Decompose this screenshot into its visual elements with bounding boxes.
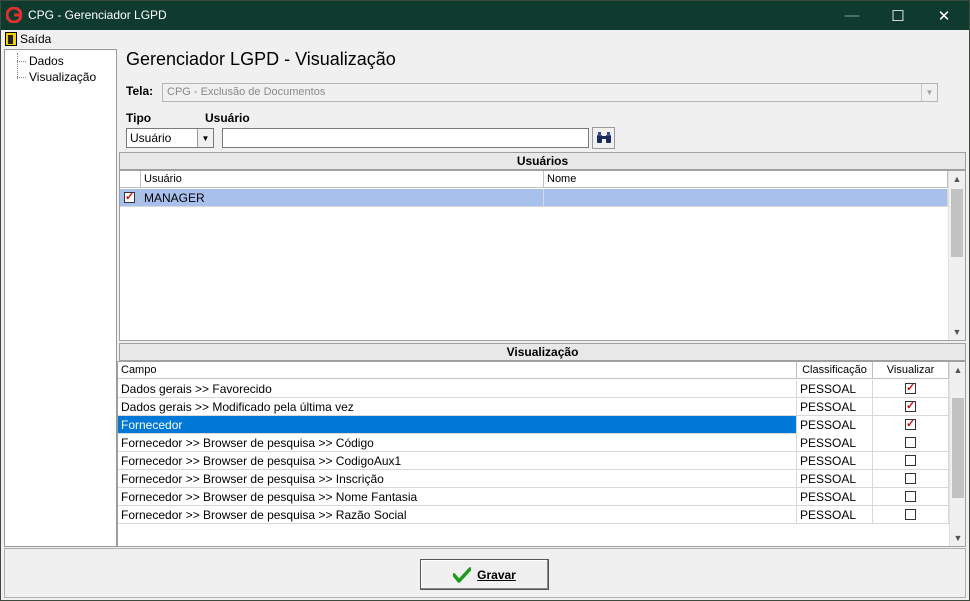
app-logo-icon [6, 7, 22, 23]
scroll-down-icon[interactable]: ▼ [949, 324, 965, 340]
tela-select: CPG - Exclusão de Documentos ▼ [162, 83, 938, 102]
campo-cell: Fornecedor >> Browser de pesquisa >> Nom… [118, 488, 797, 506]
table-row[interactable]: Dados gerais >> Favorecido PESSOAL [118, 380, 949, 398]
users-grid-indicator-header [120, 171, 141, 188]
visualizar-cell[interactable] [873, 398, 949, 416]
visualizar-cell[interactable] [873, 506, 949, 524]
campo-cell: Fornecedor >> Browser de pesquisa >> Raz… [118, 506, 797, 524]
scroll-up-icon[interactable]: ▲ [949, 171, 965, 187]
classificacao-cell: PESSOAL [797, 470, 873, 488]
users-grid: Usuário Nome MANAGER ▲ ▼ [119, 170, 966, 341]
close-button[interactable]: ✕ [921, 1, 967, 30]
table-row[interactable]: Fornecedor >> Browser de pesquisa >> Nom… [118, 488, 949, 506]
scroll-thumb[interactable] [952, 398, 964, 498]
tree-item-dados[interactable]: Dados [17, 54, 64, 68]
menu-bar: Saída [1, 30, 969, 48]
campo-cell: Dados gerais >> Modificado pela última v… [118, 398, 797, 416]
user-checkbox[interactable] [124, 190, 135, 203]
campo-cell: Fornecedor >> Browser de pesquisa >> Cód… [118, 434, 797, 452]
usuario-label: Usuário [205, 111, 250, 125]
scroll-up-icon[interactable]: ▲ [950, 362, 965, 378]
campo-cell: Fornecedor >> Browser de pesquisa >> Ins… [118, 470, 797, 488]
save-button-label: Gravar [477, 567, 516, 582]
view-column-visualizar[interactable]: Visualizar [873, 362, 949, 379]
table-row[interactable]: Fornecedor >> Browser de pesquisa >> Raz… [118, 506, 949, 524]
binoculars-icon [596, 132, 611, 143]
visualizar-checkbox[interactable] [905, 381, 916, 394]
maximize-button[interactable]: ☐ [875, 1, 921, 30]
menu-exit-label: Saída [20, 32, 52, 46]
tipo-select[interactable]: Usuário ▼ [126, 128, 214, 148]
classificacao-cell: PESSOAL [797, 452, 873, 470]
classificacao-cell: PESSOAL [797, 380, 873, 398]
table-row[interactable]: Fornecedor >> Browser de pesquisa >> Cód… [118, 434, 949, 452]
visualizar-checkbox[interactable] [905, 509, 916, 520]
exit-door-icon [5, 32, 17, 46]
classificacao-cell: PESSOAL [797, 488, 873, 506]
table-row[interactable]: Dados gerais >> Modificado pela última v… [118, 398, 949, 416]
campo-cell: Fornecedor >> Browser de pesquisa >> Cod… [118, 452, 797, 470]
view-column-campo[interactable]: Campo [118, 362, 797, 379]
save-button[interactable]: Gravar [420, 559, 549, 590]
users-column-nome[interactable]: Nome [544, 171, 948, 188]
navigation-tree: Dados Visualização [4, 49, 117, 547]
classificacao-cell: PESSOAL [797, 506, 873, 524]
window-title: CPG - Gerenciador LGPD [28, 8, 167, 22]
campo-cell: Dados gerais >> Favorecido [118, 380, 797, 398]
campo-cell: Fornecedor [118, 416, 797, 434]
row-checkbox-cell[interactable] [120, 189, 141, 207]
visualizar-checkbox[interactable] [905, 455, 916, 466]
user-usuario-cell: MANAGER [141, 189, 544, 207]
user-nome-cell [544, 189, 948, 207]
visualizar-checkbox[interactable] [905, 473, 916, 484]
classificacao-cell: PESSOAL [797, 398, 873, 416]
classificacao-cell: PESSOAL [797, 434, 873, 452]
menu-exit[interactable]: Saída [5, 31, 51, 47]
view-vertical-scrollbar[interactable]: ▲ ▼ [949, 362, 965, 546]
view-panel-title: Visualização [119, 343, 966, 361]
users-panel-title: Usuários [119, 152, 966, 170]
scroll-down-icon[interactable]: ▼ [950, 530, 965, 546]
app-window: CPG - Gerenciador LGPD — ☐ ✕ Saída Dados… [0, 0, 970, 601]
visualizar-checkbox[interactable] [905, 491, 916, 502]
table-row[interactable]: Fornecedor >> Browser de pesquisa >> Ins… [118, 470, 949, 488]
tipo-value: Usuário [130, 131, 172, 145]
usuario-input[interactable] [222, 128, 589, 148]
table-row[interactable]: Fornecedor >> Browser de pesquisa >> Cod… [118, 452, 949, 470]
tree-item-visualizacao[interactable]: Visualização [17, 70, 96, 84]
users-column-usuario[interactable]: Usuário [141, 171, 544, 188]
view-grid: Campo Classificação Visualizar Dados ger… [117, 361, 966, 547]
chevron-down-icon[interactable]: ▼ [197, 129, 213, 147]
visualizar-checkbox[interactable] [905, 437, 916, 448]
view-column-classificacao[interactable]: Classificação [797, 362, 873, 379]
search-user-button[interactable] [592, 127, 615, 149]
visualizar-cell[interactable] [873, 416, 949, 434]
tipo-label: Tipo [126, 111, 152, 125]
visualizar-cell[interactable] [873, 434, 949, 452]
tela-label: Tela: [126, 84, 154, 98]
visualizar-cell[interactable] [873, 488, 949, 506]
visualizar-cell[interactable] [873, 470, 949, 488]
visualizar-checkbox[interactable] [905, 417, 916, 430]
classificacao-cell: PESSOAL [797, 416, 873, 434]
visualizar-checkbox[interactable] [905, 399, 916, 412]
page-title: Gerenciador LGPD - Visualização [126, 49, 396, 69]
table-row[interactable]: MANAGER [120, 189, 948, 207]
scroll-thumb[interactable] [951, 189, 963, 257]
checkmark-icon [453, 566, 472, 583]
visualizar-cell[interactable] [873, 380, 949, 398]
tela-value: CPG - Exclusão de Documentos [167, 86, 326, 98]
title-bar: CPG - Gerenciador LGPD — ☐ ✕ [1, 1, 969, 30]
chevron-down-icon: ▼ [921, 84, 937, 101]
table-row-selected[interactable]: Fornecedor PESSOAL [118, 416, 949, 434]
minimize-button[interactable]: — [829, 1, 875, 30]
visualizar-cell[interactable] [873, 452, 949, 470]
users-vertical-scrollbar[interactable]: ▲ ▼ [948, 171, 965, 340]
